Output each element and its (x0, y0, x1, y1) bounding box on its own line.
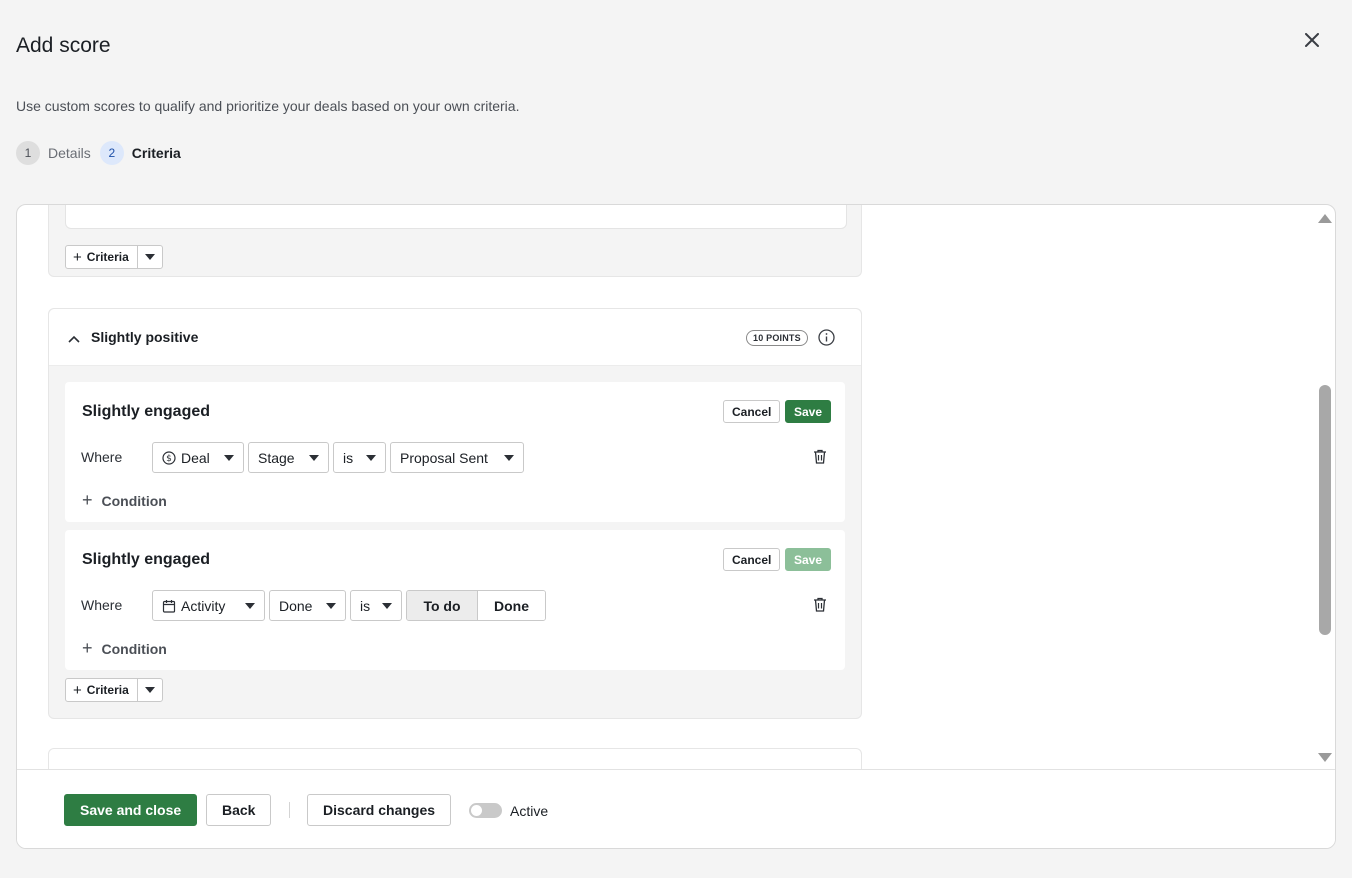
scroll-up-arrow-icon[interactable] (1317, 211, 1333, 229)
add-condition-label: Condition (101, 640, 167, 657)
dollar-circle-icon: $ (162, 450, 176, 465)
criterion-title[interactable]: Slightly engaged (82, 551, 210, 569)
toggle-knob (471, 805, 482, 816)
info-icon[interactable] (818, 329, 835, 351)
caret-down-icon (224, 454, 234, 461)
score-group-next (48, 748, 862, 769)
score-group-slightly-positive: Slightly positive 10 POINTS Slightly eng… (48, 308, 862, 719)
dialog-footer: Save and close Back Discard changes Acti… (17, 769, 1335, 848)
field-select[interactable]: Done (269, 590, 346, 621)
plus-icon: + (73, 681, 82, 699)
plus-icon: + (82, 638, 93, 658)
add-condition-link[interactable]: + Condition (82, 490, 167, 511)
dialog-subtitle: Use custom scores to qualify and priorit… (16, 98, 520, 114)
save-button[interactable]: Save (785, 548, 832, 571)
add-condition-label: Condition (101, 492, 167, 509)
entity-select[interactable]: $ Deal (152, 442, 244, 473)
plus-icon: + (73, 248, 82, 266)
active-toggle[interactable] (469, 803, 502, 818)
operator-select-value: is (343, 449, 354, 466)
segment-to-do[interactable]: To do (407, 591, 478, 620)
add-criteria-label: Criteria (86, 683, 129, 697)
plus-icon: + (82, 490, 93, 510)
score-group-previous: + Criteria (48, 205, 862, 277)
close-icon[interactable] (1305, 33, 1319, 47)
segment-done[interactable]: Done (478, 591, 545, 620)
add-condition-link[interactable]: + Condition (82, 638, 167, 659)
vertical-scrollbar[interactable] (1317, 205, 1335, 769)
caret-down-icon (144, 254, 155, 260)
add-criteria-dropdown[interactable] (138, 679, 162, 701)
add-criteria-split-button: + Criteria (65, 245, 163, 269)
criterion-title[interactable]: Slightly engaged (82, 403, 210, 421)
add-criteria-split-button: + Criteria (65, 678, 163, 702)
criteria-card: + Criteria Slightly positive 10 POINTS S… (16, 204, 1336, 849)
step-number-criteria[interactable]: 2 (99, 141, 124, 165)
stepper: 1 Details 2 Criteria (16, 141, 190, 165)
caret-down-icon (382, 602, 392, 609)
active-toggle-label: Active (510, 803, 549, 819)
calendar-icon (162, 599, 176, 613)
criterion-card: Slightly engaged Cancel Save Where $ Dea… (65, 382, 845, 522)
criteria-scroll-area[interactable]: + Criteria Slightly positive 10 POINTS S… (17, 205, 1335, 769)
add-criteria-dropdown[interactable] (138, 246, 162, 268)
entity-select-value: Activity (181, 597, 226, 614)
scrollbar-thumb[interactable] (1319, 385, 1331, 635)
field-select-value: Stage (258, 449, 295, 466)
caret-down-icon (326, 602, 336, 609)
step-number-details[interactable]: 1 (16, 141, 40, 165)
page-title: Add score (16, 34, 111, 57)
close-button[interactable] (1300, 28, 1324, 52)
discard-changes-button[interactable]: Discard changes (307, 794, 452, 826)
footer-divider (289, 802, 290, 818)
step-label-details[interactable]: Details (48, 145, 91, 161)
where-label: Where (81, 597, 123, 613)
save-button[interactable]: Save (785, 400, 832, 423)
points-badge: 10 POINTS (746, 330, 808, 346)
cancel-button[interactable]: Cancel (723, 400, 781, 423)
step-label-criteria[interactable]: Criteria (132, 145, 181, 161)
field-select-value: Done (279, 597, 313, 614)
trash-icon[interactable] (813, 597, 827, 617)
operator-select[interactable]: is (333, 442, 386, 473)
caret-down-icon (245, 602, 255, 609)
group-title: Slightly positive (91, 329, 199, 345)
save-and-close-button[interactable]: Save and close (64, 794, 198, 826)
caret-down-icon (366, 454, 376, 461)
add-criteria-button[interactable]: + Criteria (66, 246, 138, 268)
operator-select[interactable]: is (350, 590, 402, 621)
caret-down-icon (504, 454, 514, 461)
add-criteria-label: Criteria (86, 250, 129, 264)
operator-select-value: is (360, 597, 371, 614)
scroll-down-arrow-icon[interactable] (1317, 751, 1333, 769)
caret-down-icon (144, 687, 155, 693)
criterion-card: Slightly engaged Cancel Save Where Activ… (65, 530, 845, 670)
status-segmented-control: To do Done (406, 590, 546, 621)
svg-text:$: $ (166, 454, 172, 464)
field-select[interactable]: Stage (248, 442, 329, 473)
value-select-value: Proposal Sent (400, 449, 488, 466)
caret-down-icon (309, 454, 319, 461)
where-label: Where (81, 449, 123, 465)
trash-icon[interactable] (813, 449, 827, 469)
value-select[interactable]: Proposal Sent (390, 442, 524, 473)
criterion-card-previous (65, 205, 847, 229)
chevron-up-icon[interactable] (68, 330, 80, 348)
add-criteria-button[interactable]: + Criteria (66, 679, 138, 701)
entity-select-value: Deal (181, 449, 210, 466)
group-header[interactable]: Slightly positive 10 POINTS (49, 309, 861, 366)
back-button[interactable]: Back (206, 794, 272, 826)
entity-select[interactable]: Activity (152, 590, 265, 621)
cancel-button[interactable]: Cancel (723, 548, 781, 571)
